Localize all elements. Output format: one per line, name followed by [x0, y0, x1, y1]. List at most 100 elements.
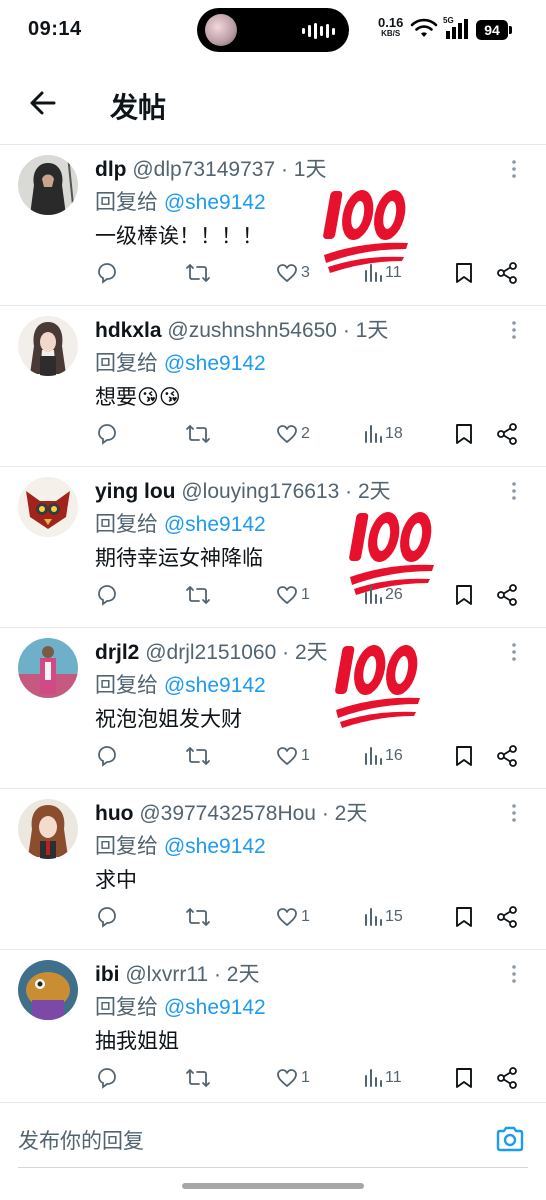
- dynamic-island[interactable]: [197, 8, 349, 52]
- reply-to-mention[interactable]: @she9142: [164, 352, 266, 375]
- reply-item[interactable]: ying lou @louying176613 · 2天 回复给 @she914…: [0, 467, 546, 628]
- reply-button[interactable]: [95, 258, 119, 288]
- retweet-button[interactable]: [185, 258, 211, 288]
- battery-level: 94: [476, 20, 508, 40]
- user-handle[interactable]: @drjl2151060: [145, 641, 276, 664]
- reply-button[interactable]: [95, 902, 119, 932]
- more-icon[interactable]: [506, 318, 522, 342]
- reply-item[interactable]: huo @3977432578Hou · 2天 回复给 @she9142 求中 …: [0, 789, 546, 950]
- user-handle[interactable]: @3977432578Hou: [139, 802, 316, 825]
- share-button[interactable]: [495, 258, 519, 288]
- share-button[interactable]: [495, 580, 519, 610]
- like-count: 1: [301, 1069, 310, 1086]
- retweet-button[interactable]: [185, 741, 211, 771]
- share-button[interactable]: [495, 419, 519, 449]
- like-button[interactable]: 1: [275, 580, 310, 610]
- reply-button[interactable]: [95, 1063, 119, 1093]
- reply-text: 求中: [95, 869, 137, 892]
- more-icon[interactable]: [506, 479, 522, 503]
- more-icon[interactable]: [506, 640, 522, 664]
- share-icon: [497, 1067, 517, 1089]
- more-icon[interactable]: [506, 962, 522, 986]
- reply-icon: [98, 1068, 116, 1089]
- display-name[interactable]: hdkxla: [95, 319, 162, 342]
- like-button[interactable]: 1: [275, 741, 310, 771]
- bookmark-button[interactable]: [453, 419, 475, 449]
- action-bar: 1 26: [95, 580, 525, 610]
- avatar[interactable]: [18, 316, 78, 376]
- bookmark-button[interactable]: [453, 580, 475, 610]
- reply-to-mention[interactable]: @she9142: [164, 191, 266, 214]
- reply-to-mention[interactable]: @she9142: [164, 674, 266, 697]
- bookmark-button[interactable]: [453, 741, 475, 771]
- retweet-icon: [186, 586, 210, 604]
- like-button[interactable]: 1: [275, 902, 310, 932]
- reply-to-label: 回复给: [95, 674, 158, 697]
- views-button[interactable]: 11: [363, 258, 402, 288]
- retweet-button[interactable]: [185, 580, 211, 610]
- reply-item[interactable]: dlp @dlp73149737 · 1天 回复给 @she9142 一级棒诶！…: [0, 145, 546, 306]
- bookmark-button[interactable]: [453, 902, 475, 932]
- avatar[interactable]: [18, 638, 78, 698]
- reply-to-mention[interactable]: @she9142: [164, 996, 266, 1019]
- reply-to-mention[interactable]: @she9142: [164, 835, 266, 858]
- reply-item[interactable]: drjl2 @drjl2151060 · 2天 回复给 @she9142 祝泡泡…: [0, 628, 546, 789]
- reply-input[interactable]: 发布你的回复: [18, 1125, 144, 1155]
- user-handle[interactable]: @louying176613: [181, 480, 339, 503]
- reply-item[interactable]: ibi @lxvrr11 · 2天 回复给 @she9142 抽我姐姐 1 11: [0, 950, 546, 1111]
- bookmark-icon: [456, 263, 472, 283]
- retweet-button[interactable]: [185, 419, 211, 449]
- user-handle[interactable]: @dlp73149737: [132, 158, 275, 181]
- display-name[interactable]: ying lou: [95, 480, 176, 503]
- views-button[interactable]: 11: [363, 1063, 402, 1093]
- reply-icon: [98, 907, 116, 928]
- back-arrow-icon[interactable]: [26, 86, 60, 120]
- views-icon: [365, 586, 382, 604]
- retweet-button[interactable]: [185, 1063, 211, 1093]
- reply-text: 抽我姐姐: [95, 1030, 179, 1053]
- bookmark-button[interactable]: [453, 1063, 475, 1093]
- reply-meta: dlp @dlp73149737 · 1天: [95, 153, 326, 183]
- action-bar: 1 16: [95, 741, 525, 771]
- reply-to-mention[interactable]: @she9142: [164, 513, 266, 536]
- camera-icon[interactable]: [494, 1123, 526, 1155]
- avatar[interactable]: [18, 477, 78, 537]
- reply-meta: hdkxla @zushnshn54650 · 1天: [95, 314, 388, 344]
- views-button[interactable]: 26: [363, 580, 403, 610]
- display-name[interactable]: huo: [95, 802, 133, 825]
- more-icon[interactable]: [506, 157, 522, 181]
- user-handle[interactable]: @lxvrr11: [125, 963, 208, 986]
- reply-item[interactable]: hdkxla @zushnshn54650 · 1天 回复给 @she9142 …: [0, 306, 546, 467]
- bookmark-icon: [456, 1068, 472, 1088]
- like-button[interactable]: 3: [275, 258, 310, 288]
- bookmark-button[interactable]: [453, 258, 475, 288]
- retweet-button[interactable]: [185, 902, 211, 932]
- user-handle[interactable]: @zushnshn54650: [167, 319, 337, 342]
- net-speed: 0.16 KB/S: [378, 15, 404, 38]
- share-button[interactable]: [495, 1063, 519, 1093]
- heart-icon: [277, 586, 297, 604]
- display-name[interactable]: ibi: [95, 963, 120, 986]
- view-count: 16: [385, 747, 403, 764]
- like-button[interactable]: 2: [275, 419, 310, 449]
- reply-meta: ying lou @louying176613 · 2天: [95, 475, 391, 505]
- views-button[interactable]: 18: [363, 419, 403, 449]
- display-name[interactable]: drjl2: [95, 641, 139, 664]
- reply-button[interactable]: [95, 741, 119, 771]
- avatar[interactable]: [18, 799, 78, 859]
- avatar[interactable]: [18, 155, 78, 215]
- like-button[interactable]: 1: [275, 1063, 310, 1093]
- views-button[interactable]: 15: [363, 902, 403, 932]
- reply-to-label: 回复给: [95, 835, 158, 858]
- reply-composer[interactable]: 发布你的回复: [0, 1102, 546, 1172]
- share-button[interactable]: [495, 741, 519, 771]
- action-bar: 1 11: [95, 1063, 525, 1093]
- views-button[interactable]: 16: [363, 741, 403, 771]
- home-indicator[interactable]: [182, 1183, 364, 1189]
- reply-button[interactable]: [95, 580, 119, 610]
- avatar[interactable]: [18, 960, 78, 1020]
- display-name[interactable]: dlp: [95, 158, 127, 181]
- share-button[interactable]: [495, 902, 519, 932]
- reply-button[interactable]: [95, 419, 119, 449]
- more-icon[interactable]: [506, 801, 522, 825]
